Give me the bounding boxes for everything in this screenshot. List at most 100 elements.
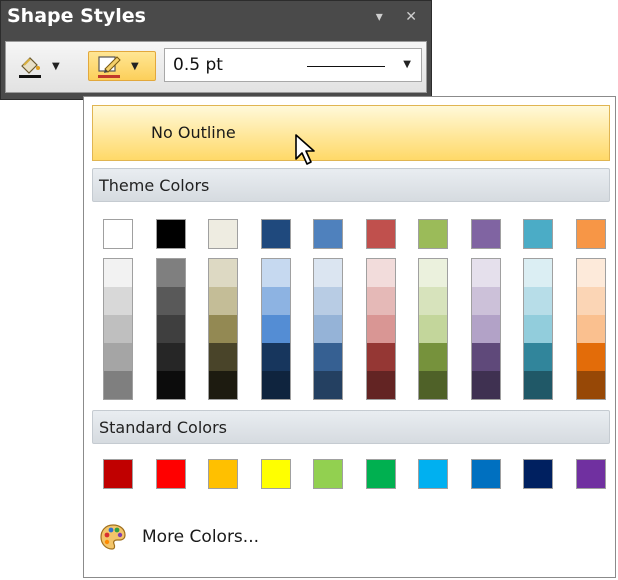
theme-shade-column [208,258,238,400]
theme-shade-swatch[interactable] [419,259,447,287]
theme-shade-swatch[interactable] [209,259,237,287]
no-outline-label: No Outline [151,123,236,142]
theme-shade-swatch[interactable] [471,259,500,287]
theme-shade-swatch[interactable] [576,371,605,399]
standard-color-swatch[interactable] [208,459,238,489]
outline-color-dropdown: No Outline Theme Colors Standard Colors … [83,96,616,578]
theme-shade-swatch[interactable] [104,371,132,399]
standard-color-swatch[interactable] [313,459,343,489]
theme-shade-swatch[interactable] [104,343,132,371]
fill-color-button[interactable]: ▼ [16,51,82,81]
theme-shade-column [260,258,291,400]
theme-shade-swatch[interactable] [261,259,290,287]
theme-color-swatch[interactable] [103,219,133,249]
shape-styles-panel: Shape Styles ▾ ✕ ▼ ▼ 0.5 pt ▼ [0,0,432,100]
theme-shade-column [365,258,396,400]
standard-color-swatch[interactable] [365,459,396,489]
theme-shade-swatch[interactable] [104,315,132,343]
line-width-preview [307,66,385,67]
panel-title: Shape Styles [7,5,146,27]
mouse-cursor-icon [295,134,315,165]
theme-shade-swatch[interactable] [261,315,290,343]
theme-shade-swatch[interactable] [576,315,605,343]
no-outline-button[interactable]: No Outline [92,105,610,161]
theme-shade-column [575,258,606,400]
pin-icon[interactable]: ▾ [376,9,383,25]
theme-shade-swatch[interactable] [419,371,447,399]
theme-shade-swatch[interactable] [366,287,395,315]
theme-shade-swatch[interactable] [314,259,342,287]
theme-color-swatch[interactable] [575,219,606,249]
theme-shade-swatch[interactable] [261,343,290,371]
theme-color-swatch[interactable] [523,219,553,249]
theme-shade-swatch[interactable] [524,259,552,287]
theme-color-swatch[interactable] [365,219,396,249]
theme-shade-swatch[interactable] [156,315,185,343]
standard-color-swatch[interactable] [260,459,291,489]
standard-color-swatch[interactable] [523,459,553,489]
theme-shade-column [523,258,553,400]
panel-controls: ▾ ✕ [358,9,417,25]
theme-shade-swatch[interactable] [156,343,185,371]
standard-color-swatch[interactable] [155,459,186,489]
theme-shade-column [155,258,186,400]
theme-shade-swatch[interactable] [471,287,500,315]
theme-colors-header: Theme Colors [92,168,610,202]
theme-shade-swatch[interactable] [524,343,552,371]
theme-shade-swatch[interactable] [366,315,395,343]
theme-color-swatch[interactable] [155,219,186,249]
standard-color-swatch[interactable] [418,459,448,489]
theme-shade-column [103,258,133,400]
theme-shade-swatch[interactable] [576,259,605,287]
theme-shade-swatch[interactable] [104,259,132,287]
theme-shade-swatch[interactable] [261,371,290,399]
standard-color-swatch[interactable] [575,459,606,489]
theme-shade-swatch[interactable] [524,371,552,399]
theme-shade-swatch[interactable] [156,287,185,315]
theme-color-swatch[interactable] [418,219,448,249]
theme-shade-swatch[interactable] [209,343,237,371]
theme-shade-swatch[interactable] [366,371,395,399]
theme-shade-swatch[interactable] [576,343,605,371]
theme-shade-swatch[interactable] [156,259,185,287]
close-icon[interactable]: ✕ [405,9,417,25]
theme-shade-swatch[interactable] [366,259,395,287]
chevron-down-icon[interactable]: ▼ [403,59,411,70]
more-colors-button[interactable]: More Colors... [98,519,398,555]
theme-shade-swatch[interactable] [314,315,342,343]
theme-shade-swatch[interactable] [209,287,237,315]
theme-shade-column [470,258,501,400]
chevron-down-icon[interactable]: ▼ [52,61,60,72]
theme-shade-swatch[interactable] [419,343,447,371]
theme-shade-swatch[interactable] [156,371,185,399]
theme-shade-swatch[interactable] [314,371,342,399]
chevron-down-icon[interactable]: ▼ [131,61,139,72]
theme-color-swatch[interactable] [208,219,238,249]
standard-color-swatch[interactable] [470,459,501,489]
theme-shade-swatch[interactable] [209,371,237,399]
line-width-dropdown[interactable]: 0.5 pt ▼ [164,48,422,82]
standard-colors-label: Standard Colors [99,418,227,437]
theme-shade-swatch[interactable] [314,343,342,371]
theme-shade-swatch[interactable] [209,315,237,343]
theme-shade-swatch[interactable] [419,287,447,315]
theme-colors-label: Theme Colors [99,176,210,195]
theme-shade-swatch[interactable] [471,371,500,399]
theme-shade-swatch[interactable] [471,343,500,371]
theme-shade-swatch[interactable] [261,287,290,315]
more-colors-label: More Colors... [142,527,259,547]
theme-color-swatch[interactable] [260,219,291,249]
theme-shade-swatch[interactable] [419,315,447,343]
theme-shade-swatch[interactable] [576,287,605,315]
theme-shade-swatch[interactable] [104,287,132,315]
theme-shade-swatch[interactable] [366,343,395,371]
outline-color-button[interactable]: ▼ [88,51,156,81]
theme-shade-swatch[interactable] [524,315,552,343]
theme-shade-swatch[interactable] [471,315,500,343]
standard-color-swatch[interactable] [103,459,133,489]
theme-color-swatch[interactable] [470,219,501,249]
theme-color-swatch[interactable] [313,219,343,249]
theme-shade-column [313,258,343,400]
theme-shade-swatch[interactable] [314,287,342,315]
theme-shade-swatch[interactable] [524,287,552,315]
